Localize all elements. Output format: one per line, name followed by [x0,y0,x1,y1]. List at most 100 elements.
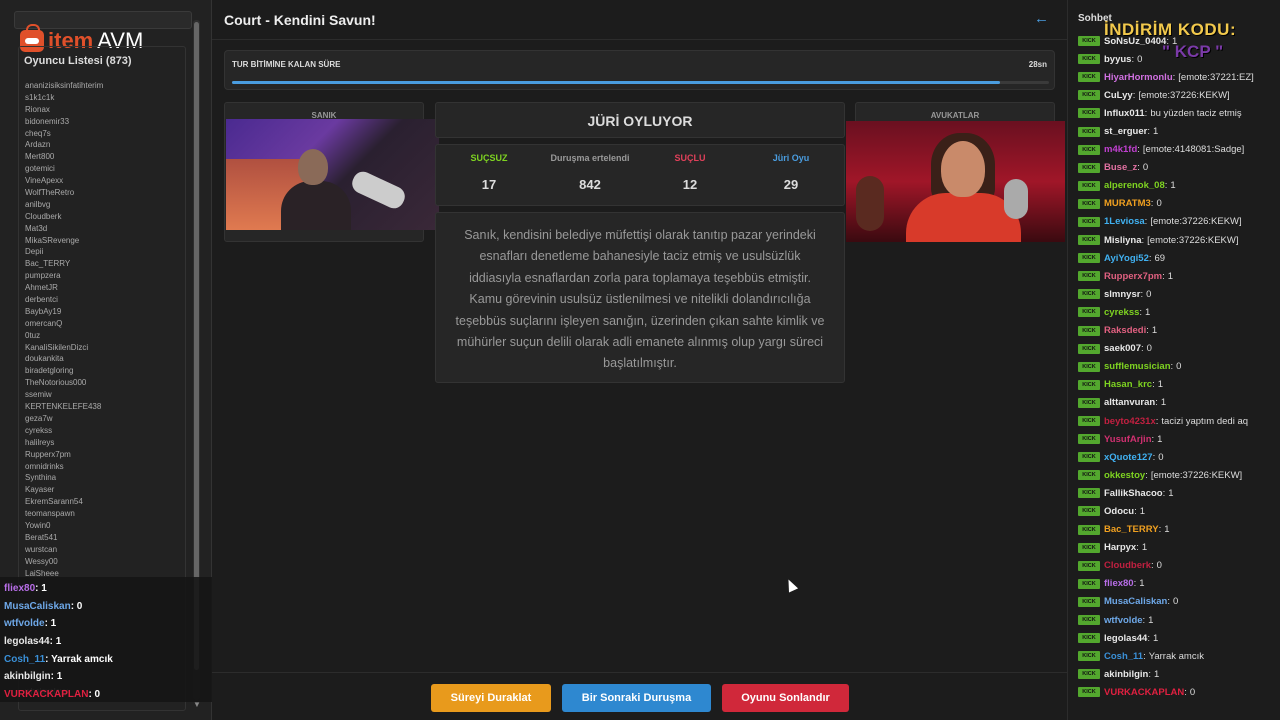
stat-postponed: Duruşma ertelendi 842 [540,153,640,192]
chat-username[interactable]: Rupperx7pm [1104,271,1162,282]
player-list-item[interactable]: MikaSRevenge [25,235,185,247]
chat-colon: : [1139,306,1143,318]
chat-username[interactable]: beyto4231x [1104,416,1156,427]
player-list-item[interactable]: pumpzera [25,270,185,282]
player-list-item[interactable]: omercanQ [25,318,185,330]
chat-username[interactable]: Raksdedi [1104,325,1146,336]
chat-username[interactable]: HiyarHormonlu [1104,72,1173,83]
chat-username[interactable]: xQuote127 [1104,452,1153,463]
player-list-item[interactable]: KanaliSikilenDizci [25,342,185,354]
chat-username[interactable]: Influx011 [1104,108,1145,119]
player-list-item[interactable]: VineApexx [25,175,185,187]
chat-username[interactable]: st_erguer [1104,126,1147,137]
back-arrow-icon[interactable]: ← [1034,10,1049,27]
chat-username[interactable]: CuLyy [1104,90,1133,101]
chat-username[interactable]: Cosh_11 [1104,651,1143,662]
player-list-item[interactable]: Berat541 [25,532,185,544]
chat-username[interactable]: Misliyna [1104,235,1142,246]
pause-timer-button[interactable]: Süreyi Duraklat [431,684,551,712]
player-search-box[interactable] [14,11,192,29]
chat-username[interactable]: Buse_z [1104,162,1137,173]
player-list-item[interactable]: Mert800 [25,151,185,163]
round-timer: TUR BİTİMİNE KALAN SÜRE 28sn [224,50,1055,90]
chat-username[interactable]: Bac_TERRY [1104,524,1159,535]
next-hearing-button[interactable]: Bir Sonraki Duruşma [562,684,711,712]
chat-username[interactable]: fliex80 [1104,578,1134,589]
chat-username[interactable]: okkestoy [1104,470,1145,481]
player-list-item[interactable]: bidonemir33 [25,116,185,128]
player-list-item[interactable]: geza7w [25,413,185,425]
kick-badge-icon: KICK [1078,560,1100,571]
player-list-item[interactable]: Rupperx7pm [25,449,185,461]
player-list-item[interactable]: teomanspawn [25,508,185,520]
player-list-item[interactable]: gotemici [25,163,185,175]
player-list-item[interactable]: Synthina [25,472,185,484]
player-list-item[interactable]: 0tuz [25,330,185,342]
chat-username[interactable]: cyrekss [1104,307,1139,318]
player-list-item[interactable]: Yowin0 [25,520,185,532]
player-list-item[interactable]: biradetgloring [25,365,185,377]
player-list-item[interactable]: Ardazn [25,139,185,151]
chat-username[interactable]: VURKACKAPLAN [1104,687,1184,698]
chat-colon: : [1147,632,1150,644]
chat-text: [emote:37226:KEKW] [1138,89,1230,101]
chat-username[interactable]: Odocu [1104,506,1134,517]
chat-username[interactable]: legolas44 [1104,633,1147,644]
player-list-item[interactable]: omnidrinks [25,461,185,473]
chat-message: KICK Cosh_11: Yarrak amcık [1078,647,1278,665]
chat-username[interactable]: m4k1fd [1104,144,1137,155]
kick-badge-icon: KICK [1078,633,1100,644]
chat-username[interactable]: wtfvolde [1104,615,1143,626]
player-list-item[interactable]: AhmetJR [25,282,185,294]
player-list-item[interactable]: KERTENKELEFE438 [25,401,185,413]
chat-colon: : [1148,668,1151,680]
chat-text: 1 [1151,325,1158,337]
chat-text: 1 [1167,270,1174,282]
player-list-item[interactable]: cyrekss [25,425,185,437]
chat-text: 1 [1157,379,1163,391]
overlay-chat-text: : 0 [70,600,83,612]
chat-username[interactable]: sufflemusician [1104,361,1171,372]
player-list-item[interactable]: Depii [25,246,185,258]
player-list-item[interactable]: TheNotorious000 [25,377,185,389]
chat-username[interactable]: 1Leviosa [1104,216,1145,227]
chat-message: KICK Hasan_krc:1 [1078,376,1278,394]
end-game-button[interactable]: Oyunu Sonlandır [722,684,849,712]
chat-text: bu yüzden taciz etmiş [1150,107,1242,119]
kick-badge-icon: KICK [1078,253,1100,264]
chat-username[interactable]: slmnysr [1104,289,1140,300]
player-list-item[interactable]: wurstcan [25,544,185,556]
player-list-item[interactable]: Cloudberk [25,211,185,223]
chat-username[interactable]: akinbilgin [1104,669,1148,680]
player-list-item[interactable]: BaybAy19 [25,306,185,318]
player-list-item[interactable]: s1k1c1k [25,92,185,104]
player-list-item[interactable]: Mat3d [25,223,185,235]
player-list-item[interactable]: halilreys [25,437,185,449]
chat-username[interactable]: byyus [1104,54,1131,65]
chat-username[interactable]: Hasan_krc [1104,379,1152,390]
player-list-item[interactable]: EkremSarann54 [25,496,185,508]
player-list-item[interactable]: ananizisiksinfatihterim [25,80,185,92]
player-list-item[interactable]: cheq7s [25,128,185,140]
chat-message: KICK beyto4231x: tacizi yaptım dedi aq [1078,412,1278,430]
chat-username[interactable]: MURATM3 [1104,198,1151,209]
chat-username[interactable]: alperenok_08 [1104,180,1165,191]
player-list-item[interactable]: doukankita [25,353,185,365]
chat-username[interactable]: alttanvuran [1104,397,1155,408]
chat-username[interactable]: YusufArjin [1104,434,1152,445]
player-list-item[interactable]: anilbvg [25,199,185,211]
chat-username[interactable]: saek007 [1104,343,1141,354]
player-list-item[interactable]: derbentci [25,294,185,306]
chat-username[interactable]: AyiYogi52 [1104,253,1149,264]
player-list-item[interactable]: WolfTheRetro [25,187,185,199]
player-list-item[interactable]: Kayaser [25,484,185,496]
scrollbar-thumb[interactable] [194,22,199,670]
chat-username[interactable]: FallikShacoo [1104,488,1163,499]
player-list-item[interactable]: Wessy00 [25,556,185,568]
player-list-item[interactable]: Rionax [25,104,185,116]
chat-username[interactable]: Harpyx [1104,542,1136,553]
player-list-item[interactable]: Bac_TERRY [25,258,185,270]
chat-username[interactable]: Cloudberk [1104,560,1151,571]
chat-username[interactable]: MusaCaliskan [1104,596,1167,607]
player-list-item[interactable]: ssemiw [25,389,185,401]
